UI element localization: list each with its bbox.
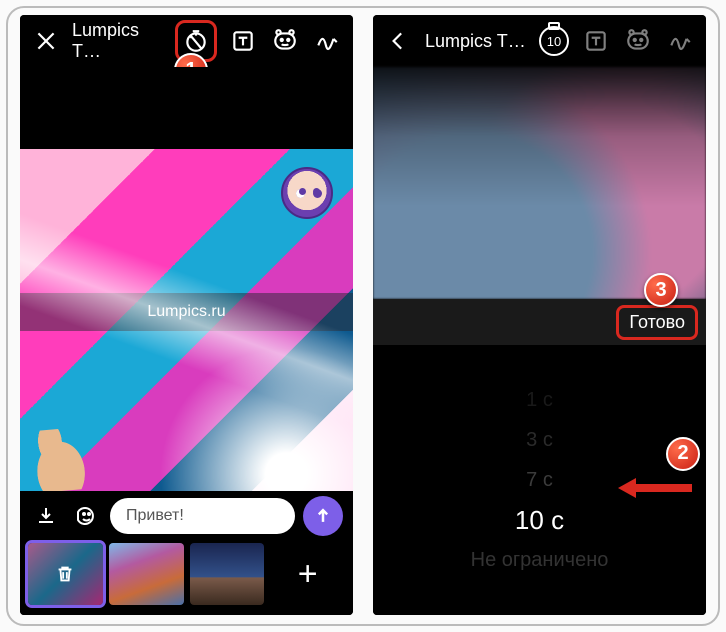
text-button[interactable] — [580, 25, 612, 57]
picker-option[interactable]: 1 с — [526, 383, 553, 417]
doodle-button[interactable] — [311, 25, 343, 57]
done-button[interactable]: Готово — [616, 305, 698, 340]
done-bar: 3 Готово — [373, 299, 706, 345]
timer-button[interactable] — [180, 25, 212, 57]
callout-3: 3 — [644, 273, 678, 307]
editor-canvas[interactable]: Lumpics.ru Привет! — [20, 67, 353, 615]
caption-text: Привет! — [126, 507, 184, 525]
header-bar: Lumpics T… 10 — [373, 15, 706, 67]
caption-input[interactable]: Привет! — [110, 498, 295, 534]
chat-title: Lumpics T… — [72, 20, 165, 62]
arrow-icon — [614, 476, 694, 500]
timer-10-icon: 10 — [539, 26, 569, 56]
sticker-face-icon[interactable] — [281, 167, 333, 219]
text-button[interactable] — [227, 25, 259, 57]
header-bar: Lumpics T… 1 — [20, 15, 353, 67]
sticker-button[interactable] — [269, 25, 301, 57]
watermark-banner: Lumpics.ru — [20, 293, 353, 331]
picker-option[interactable]: 7 с — [526, 463, 553, 497]
thumb-3[interactable] — [190, 543, 265, 605]
delete-thumb-button[interactable] — [28, 543, 103, 605]
callout-2: 2 — [666, 437, 700, 471]
download-button[interactable] — [30, 500, 62, 532]
doodle-button[interactable] — [664, 25, 696, 57]
sticker-button[interactable] — [622, 25, 654, 57]
add-thumb-button[interactable]: + — [270, 543, 345, 605]
photo-preview: Lumpics.ru — [20, 149, 353, 491]
picker-option[interactable]: Не ограничено — [471, 543, 609, 577]
chat-title: Lumpics T… — [425, 31, 528, 52]
blurred-preview — [373, 67, 706, 299]
picker-option[interactable]: 3 с — [526, 423, 553, 457]
timer-button-highlight: 1 — [175, 20, 217, 62]
send-button[interactable] — [303, 496, 343, 536]
picker-option-selected[interactable]: 10 с — [515, 503, 564, 537]
timer-sheet: 3 Готово 1 с 3 с 7 с 10 с Не ограничено … — [373, 67, 706, 615]
sticker-thumbsup-icon[interactable] — [29, 427, 90, 491]
emoji-button[interactable] — [70, 500, 102, 532]
duration-picker[interactable]: 1 с 3 с 7 с 10 с Не ограничено 2 — [373, 345, 706, 615]
screenshot-left: Lumpics T… 1 Lumpics.ru — [20, 15, 353, 615]
thumb-1[interactable] — [28, 543, 103, 605]
caption-row: Привет! — [20, 491, 353, 541]
back-button[interactable] — [383, 25, 415, 57]
close-button[interactable] — [30, 25, 62, 57]
thumb-2[interactable] — [109, 543, 184, 605]
attachment-thumbs: + — [20, 541, 353, 615]
timer-button[interactable]: 10 — [538, 25, 570, 57]
screenshot-right: Lumpics T… 10 3 Готово 1 с 3 с 7 с 10 с … — [373, 15, 706, 615]
